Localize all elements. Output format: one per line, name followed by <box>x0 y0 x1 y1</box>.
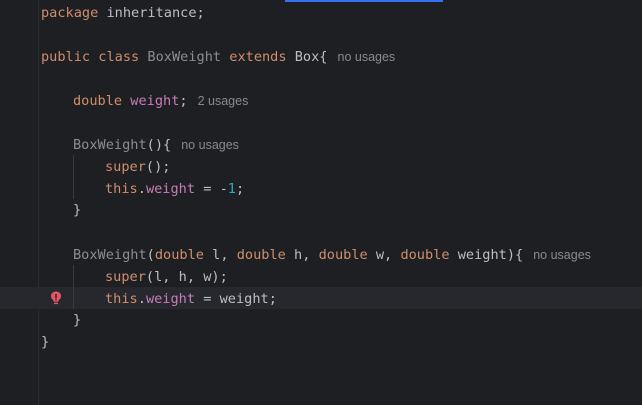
code-line-6[interactable]: this.weight = -1; <box>105 178 244 200</box>
call-args: (l, h, w); <box>145 269 228 285</box>
code-line-3[interactable]: double weight; 2 usages <box>73 90 248 112</box>
type-keyword: double <box>400 247 450 263</box>
field-name: weight <box>130 93 180 109</box>
code-line-9[interactable]: super(l, h, w); <box>105 266 228 288</box>
field-name: weight <box>145 291 196 307</box>
gutter-divider <box>38 0 39 405</box>
usages-hint[interactable]: no usages <box>533 248 591 262</box>
number-literal: 1 <box>227 181 236 197</box>
code-line-8[interactable]: BoxWeight(double l, double h, double w, … <box>73 244 591 266</box>
constructor-name: BoxWeight <box>73 247 147 263</box>
code-editor[interactable]: package inheritance; public class BoxWei… <box>0 0 642 405</box>
intention-bulb-icon[interactable] <box>49 290 63 306</box>
superclass-name: Box{ <box>294 49 328 65</box>
field-name: weight <box>145 181 196 197</box>
code-line-7[interactable]: } <box>73 199 81 221</box>
indent-guide <box>73 155 74 199</box>
operator: = - <box>195 181 228 197</box>
class-name: BoxWeight <box>147 49 222 65</box>
keyword: extends <box>229 49 287 65</box>
semicolon: ; <box>235 181 245 197</box>
type-keyword: double <box>154 247 204 263</box>
usages-hint[interactable]: no usages <box>338 50 396 64</box>
code-line-12[interactable]: } <box>41 331 49 353</box>
param-name: weight){ <box>449 247 524 263</box>
code-line-2[interactable]: public class BoxWeight extends Box{ no us… <box>41 46 395 68</box>
keyword: class <box>98 49 140 65</box>
closing-brace: } <box>73 312 82 328</box>
constructor-name: BoxWeight <box>73 137 147 153</box>
call-args: (); <box>145 159 171 175</box>
closing-brace: } <box>73 202 82 218</box>
param-name: h, <box>285 247 319 263</box>
code-line-11[interactable]: } <box>73 309 81 331</box>
usages-hint[interactable]: no usages <box>181 138 239 152</box>
semicolon: ; <box>179 93 188 109</box>
type-keyword: double <box>73 93 123 109</box>
keyword: this <box>105 291 138 307</box>
dot: . <box>137 291 146 307</box>
code-line-1[interactable]: package inheritance; <box>41 2 205 24</box>
dot: . <box>137 181 146 197</box>
keyword: super <box>105 159 146 175</box>
closing-brace: } <box>41 334 50 350</box>
keyword: this <box>105 181 138 197</box>
indent-guide <box>73 265 74 309</box>
type-keyword: double <box>236 247 286 263</box>
usages-hint[interactable]: 2 usages <box>198 94 249 108</box>
tab-active-indicator <box>285 0 443 2</box>
param-name: w, <box>367 247 401 263</box>
code-line-10[interactable]: this.weight = weight; <box>105 288 277 310</box>
keyword: package <box>41 5 99 21</box>
keyword: super <box>105 269 146 285</box>
type-keyword: double <box>318 247 368 263</box>
param-name: l, <box>203 247 237 263</box>
open-paren: ( <box>146 247 155 263</box>
code-line-5[interactable]: super(); <box>105 156 170 178</box>
parens-brace: (){ <box>146 137 172 153</box>
code-line-4[interactable]: BoxWeight(){ no usages <box>73 134 239 156</box>
assignment: = weight; <box>195 291 277 307</box>
current-line-highlight <box>0 287 642 309</box>
keyword: public <box>41 49 91 65</box>
package-name: inheritance; <box>98 5 205 21</box>
